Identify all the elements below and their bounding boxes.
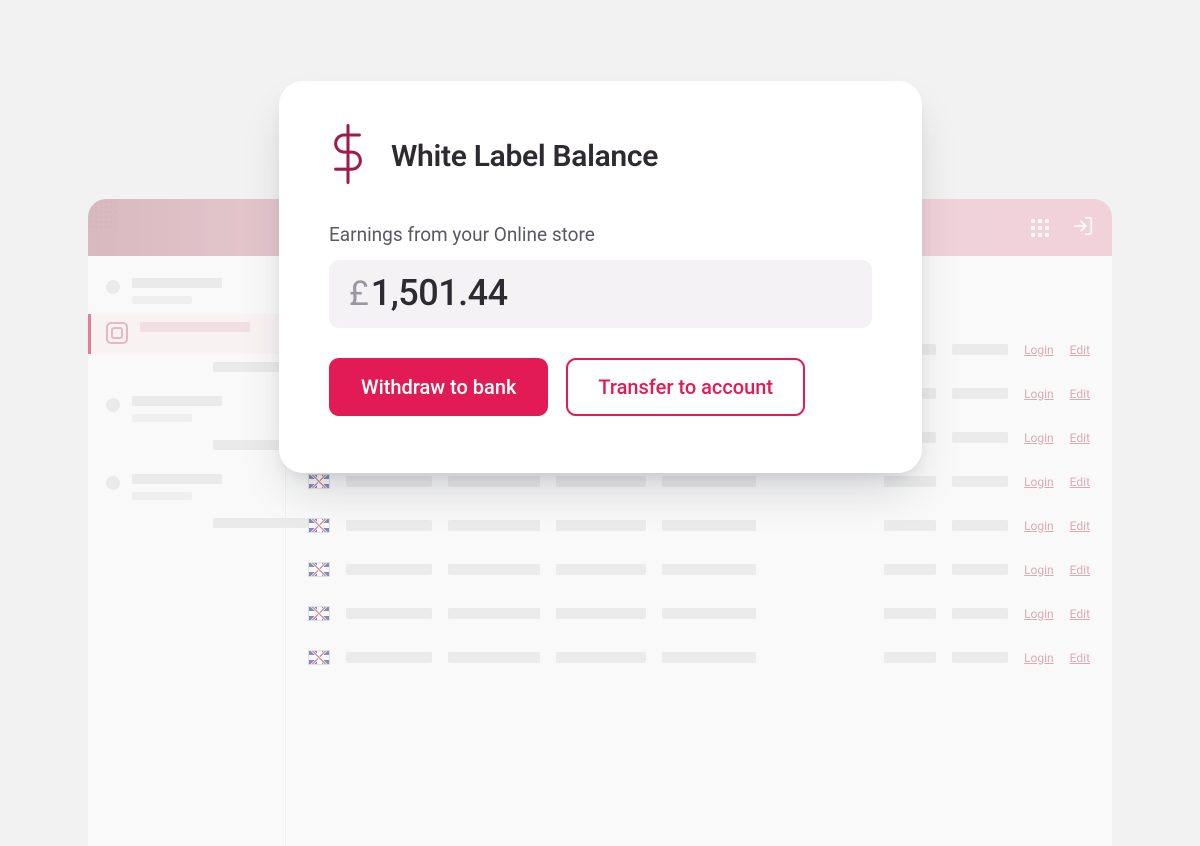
sidebar-item[interactable] [88,510,285,544]
sidebar-item[interactable] [88,432,285,466]
dollar-icon [329,123,367,189]
row-edit-link[interactable]: Edit [1070,387,1090,401]
table-row: Login Edit [286,504,1112,548]
sidebar-item[interactable] [88,354,285,388]
row-edit-link[interactable]: Edit [1070,563,1090,577]
uk-flag-icon [308,518,330,533]
sidebar-item[interactable] [88,388,285,432]
card-title: White Label Balance [391,139,658,174]
uk-flag-icon [308,474,330,489]
row-login-link[interactable]: Login [1024,519,1054,533]
sidebar-item[interactable] [88,466,285,510]
uk-flag-icon [308,606,330,621]
table-row: Login Edit [286,636,1112,680]
row-login-link[interactable]: Login [1024,563,1054,577]
row-login-link[interactable]: Login [1024,651,1054,665]
table-row: Login Edit [286,548,1112,592]
table-row: Login Edit [286,592,1112,636]
dashboard-sidebar [88,256,286,846]
balance-value: 1,501.44 [371,272,508,314]
balance-display: £ 1,501.44 [329,260,872,328]
transfer-button[interactable]: Transfer to account [566,358,805,416]
row-edit-link[interactable]: Edit [1070,431,1090,445]
sidebar-item[interactable] [88,270,285,314]
row-edit-link[interactable]: Edit [1070,607,1090,621]
row-edit-link[interactable]: Edit [1070,475,1090,489]
row-edit-link[interactable]: Edit [1070,519,1090,533]
uk-flag-icon [308,650,330,665]
logout-icon[interactable] [1072,215,1094,241]
apps-grid-icon[interactable] [1030,218,1050,238]
card-subtitle: Earnings from your Online store [329,223,872,246]
row-login-link[interactable]: Login [1024,607,1054,621]
sidebar-item-active[interactable] [88,314,285,354]
row-edit-link[interactable]: Edit [1070,651,1090,665]
row-edit-link[interactable]: Edit [1070,343,1090,357]
balance-card: White Label Balance Earnings from your O… [279,81,922,473]
row-login-link[interactable]: Login [1024,387,1054,401]
row-login-link[interactable]: Login [1024,475,1054,489]
row-login-link[interactable]: Login [1024,431,1054,445]
row-login-link[interactable]: Login [1024,343,1054,357]
uk-flag-icon [308,562,330,577]
withdraw-button[interactable]: Withdraw to bank [329,358,548,416]
currency-symbol: £ [349,274,369,314]
store-icon [106,322,128,344]
